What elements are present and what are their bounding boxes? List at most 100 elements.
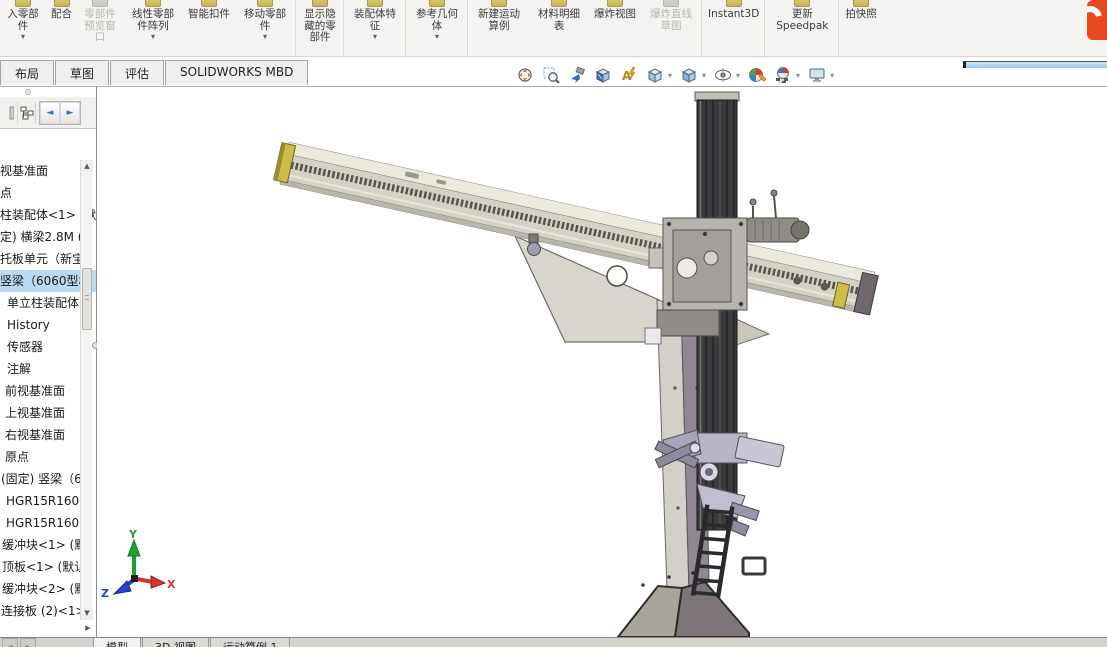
ribbon-button-label: 参考几何体 [412,9,462,32]
ribbon-toolbar: 入零部件▾配合零部件预览窗口线性零部件阵列▾智能扣件移动零部件▾显示隐藏的零部件… [0,0,1107,57]
take-snapshot-button[interactable]: 拍快照 [840,0,882,57]
display-style-icon[interactable] [676,64,701,86]
ribbon-button-label: 装配体特征 [350,9,400,32]
ribbon-button-label: 更新Speedpak [771,9,833,32]
scroll-down-arrow[interactable]: ▼ [81,607,93,620]
statusbar-tab-3d-views[interactable]: 3D 视图 [142,638,209,647]
insert-component-button[interactable]: 入零部件▾ [0,0,46,57]
tab-solidworks-mbd[interactable]: SOLIDWORKS MBD [165,60,308,85]
dropdown-caret-icon[interactable]: ▾ [796,71,803,80]
smart-fasteners-icon [201,0,217,7]
mate-button[interactable]: 配合 [46,0,77,57]
dropdown-caret-icon: ▾ [263,33,267,40]
dropdown-caret-icon[interactable]: ▾ [736,71,743,80]
assembly-features-button[interactable]: 装配体特征▾ [345,0,406,57]
zoom-area-icon[interactable] [538,64,563,86]
apply-scene-icon[interactable] [770,64,795,86]
task-pane-edge[interactable] [963,61,1107,68]
panel-collapse-handle[interactable] [25,89,31,95]
dropdown-caret-icon[interactable]: ▾ [702,71,709,80]
dropdown-caret-icon[interactable]: ▾ [830,71,837,80]
bill-of-materials-icon [551,0,567,7]
previous-view-icon[interactable] [564,64,589,86]
heads-up-view-toolbar: A ▾ ▾ ▾ ▾ ▾ [512,63,837,87]
dropdown-caret-icon: ▾ [435,33,439,40]
move-component-button[interactable]: 移动零部件▾ [235,0,296,57]
tab-sketch[interactable]: 草图 [55,60,109,85]
ribbon-button-label: 智能扣件 [188,9,230,21]
reference-geometry-button[interactable]: 参考几何体▾ [407,0,468,57]
component-preview-icon [92,0,108,7]
triad-y-axis: Y [128,528,140,578]
feature-manager-tree-tab-icon[interactable] [18,102,36,124]
insert-component-icon [15,0,31,7]
dropdown-caret-icon: ▾ [373,33,377,40]
logo-swirl-icon [1087,1,1107,34]
dropdown-caret-icon: ▾ [151,33,155,40]
component-preview-button: 零部件预览窗口 [77,0,123,57]
new-motion-study-button[interactable]: 新建运动算例 [469,0,529,57]
feature-manager-panel: ◄ ► 视基准面点柱装配体<1> (默定) 横梁2.8M (托板单元（新宝竖梁（… [0,87,97,637]
document-view-tabs: 模型3D 视图运动算例 1 [92,638,290,647]
assembly-model[interactable] [273,92,879,637]
linear-component-pattern-button[interactable]: 线性零部件阵列▾ [123,0,183,57]
bill-of-materials-button[interactable]: 材料明细表 [529,0,589,57]
triad-origin [131,575,138,582]
ribbon-button-label: 新建运动算例 [474,9,524,32]
ribbon-button-label: 爆炸视图 [594,9,636,21]
reference-geometry-icon [429,0,445,7]
graphics-area[interactable]: Y X Z [97,88,1107,637]
triad-z-axis: Z [101,579,135,600]
solidworks-logo-badge[interactable] [1087,0,1107,40]
tab-evaluate[interactable]: 评估 [110,60,164,85]
ribbon-button-label: 入零部件 [5,9,41,32]
statusbar-tab-motion-study[interactable]: 运动算例 1 [210,638,291,647]
annotation-view-icon[interactable]: A [616,64,641,86]
property-manager-tab-icon[interactable] [0,102,18,124]
smart-fasteners-button[interactable]: 智能扣件 [183,0,235,57]
section-view-icon[interactable] [590,64,615,86]
ribbon-button-label: 移动零部件 [240,9,290,32]
explode-line-sketch-button: 爆炸直线草图 [641,0,702,57]
ribbon-button-label: 配合 [51,9,72,21]
ribbon-button-label: 零部件预览窗口 [82,9,118,44]
horizontal-scroll-right-arrow[interactable]: ▶ [82,622,94,634]
panel-scroll-right-button[interactable]: ► [60,102,80,124]
show-hidden-components-icon [312,0,328,7]
explode-line-sketch-icon [663,0,679,7]
panel-scroll-left-button[interactable]: ◄ [40,102,60,124]
ribbon-button-label: 材料明细表 [534,9,584,32]
update-speedpak-icon [794,0,810,7]
instant3d-button[interactable]: Instant3D [703,0,765,57]
tab-layout[interactable]: 布局 [0,60,54,85]
motion-nav-last-button[interactable]: ► [20,638,36,647]
scrollbar-thumb[interactable] [82,268,92,330]
svg-text:X: X [167,578,176,591]
ribbon-button-label: 显示隐藏的零部件 [302,9,338,44]
motion-nav-first-button[interactable]: ◄ [2,638,18,647]
panel-tab-strip: ◄ ► [0,97,96,129]
zoom-fit-icon[interactable] [512,64,537,86]
svg-text:Z: Z [101,587,109,600]
new-motion-study-icon [491,0,507,7]
assembly-features-icon [367,0,383,7]
view-orientation-icon[interactable] [642,64,667,86]
panel-tab-scroll-arrows: ◄ ► [39,101,81,125]
tree-scrollbar[interactable]: ▲ ▼ [80,160,92,620]
dropdown-caret-icon[interactable]: ▾ [668,71,675,80]
base-handle [743,558,765,574]
statusbar-tab-model[interactable]: 模型 [93,638,141,647]
show-hidden-components-button[interactable]: 显示隐藏的零部件 [297,0,344,57]
edit-appearance-icon[interactable] [744,64,769,86]
update-speedpak-button[interactable]: 更新Speedpak [766,0,839,57]
status-bar: ◄ ► 模型3D 视图运动算例 1 [0,637,1107,647]
linear-component-pattern-icon [145,0,161,7]
ribbon-button-label: 线性零部件阵列 [128,9,178,32]
scroll-up-arrow[interactable]: ▲ [81,160,93,173]
hide-show-items-icon[interactable] [710,64,735,86]
take-snapshot-icon [853,0,869,7]
view-settings-icon[interactable] [804,64,829,86]
exploded-view-button[interactable]: 爆炸视图 [589,0,641,57]
dropdown-caret-icon: ▾ [21,33,25,40]
triad-x-axis: X [137,576,176,591]
